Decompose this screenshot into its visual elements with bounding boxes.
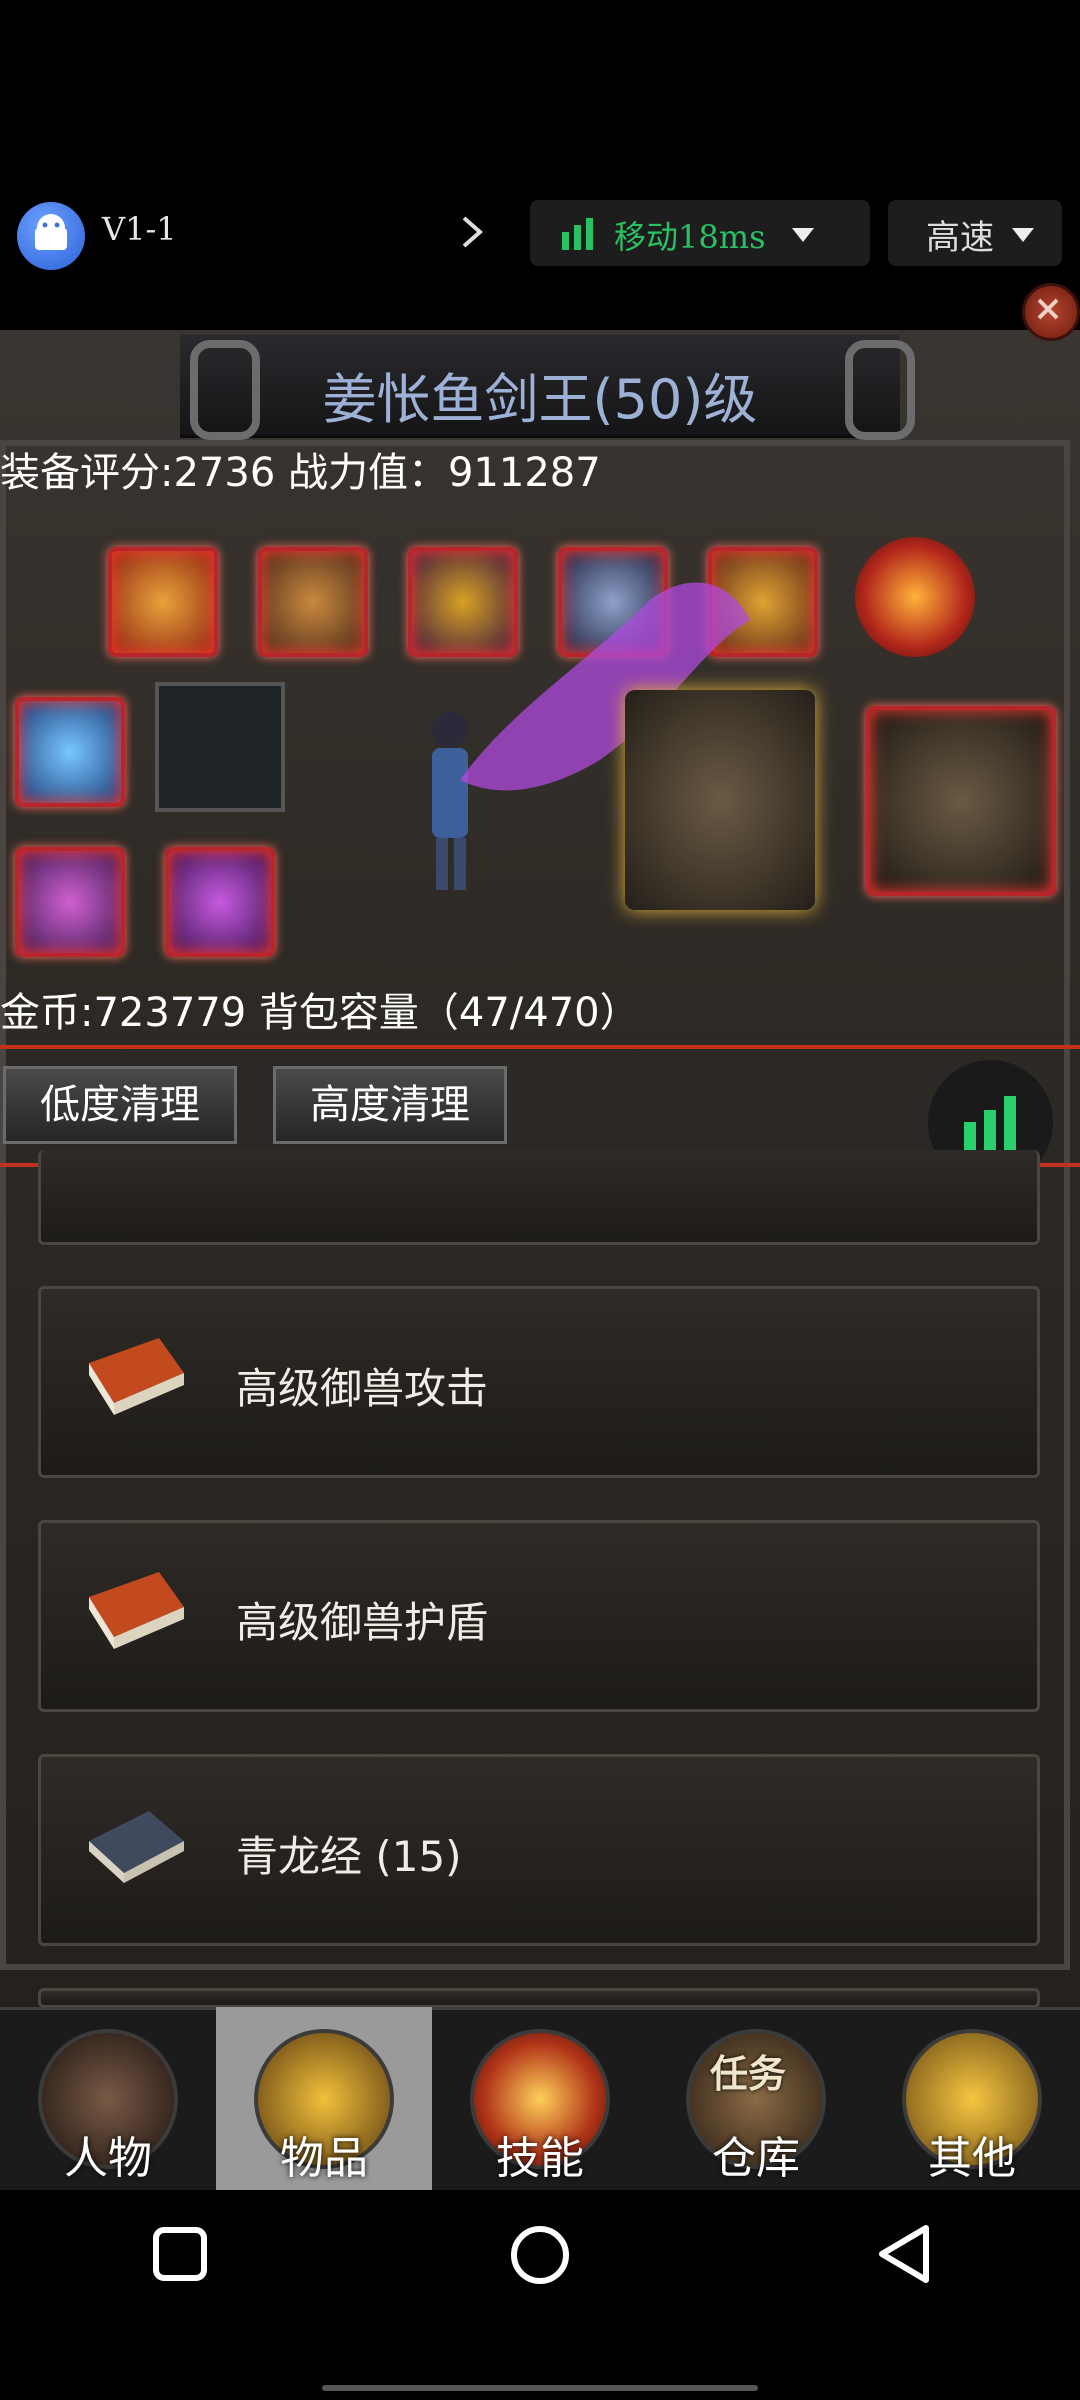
quest-badge: 任务	[710, 2052, 787, 2096]
divider-top	[0, 1045, 1080, 1049]
home-icon[interactable]	[509, 2224, 571, 2290]
pet-bull-small	[625, 690, 815, 910]
list-item[interactable]: 高级御兽护盾	[38, 1520, 1040, 1712]
red-book-icon	[79, 1333, 189, 1423]
item-name: 高级御兽攻击	[236, 1364, 489, 1413]
speed-label: 高速	[926, 218, 994, 258]
chevron-down-icon	[1012, 228, 1034, 248]
item-name: 高级御兽护盾	[236, 1598, 489, 1647]
high-clean-button[interactable]: 高度清理	[273, 1066, 507, 1144]
recents-icon[interactable]	[152, 2226, 208, 2286]
system-navigation-bar	[0, 2190, 1080, 2400]
tab-label: 技能	[496, 2133, 584, 2184]
tab-items[interactable]: 物品	[216, 2007, 432, 2192]
equip-slot-empty[interactable]	[155, 682, 285, 812]
tab-label: 其他	[928, 2133, 1016, 2184]
low-clean-button[interactable]: 低度清理	[3, 1066, 237, 1144]
character-title: 姜怅鱼剑王(50)级	[322, 368, 758, 431]
list-item-partial[interactable]	[38, 1988, 1040, 2008]
list-item[interactable]: 高级御兽攻击	[38, 1286, 1040, 1478]
equip-slot-helmet[interactable]	[108, 547, 218, 657]
chevron-right-icon[interactable]	[458, 212, 486, 252]
blue-book-icon	[79, 1801, 189, 1891]
back-icon[interactable]	[876, 2224, 932, 2288]
equip-slot-medal[interactable]	[855, 537, 975, 657]
gold-and-capacity: 金币:723779 背包容量（47/470）	[0, 990, 640, 1036]
tab-skills[interactable]: 技能	[432, 2007, 648, 2192]
tab-warehouse[interactable]: 任务 仓库	[648, 2007, 864, 2192]
home-indicator	[322, 2385, 758, 2391]
close-icon[interactable]	[1022, 283, 1080, 341]
list-item-partial[interactable]	[38, 1150, 1040, 1245]
signal-bars-icon	[560, 216, 596, 252]
chevron-down-icon	[792, 228, 814, 248]
equip-slot-bracelet[interactable]	[15, 847, 125, 957]
equip-slot-necklace[interactable]	[258, 547, 368, 657]
list-item[interactable]: 青龙经 (15)	[38, 1754, 1040, 1946]
tab-label: 物品	[280, 2133, 368, 2184]
tab-label: 仓库	[712, 2133, 800, 2184]
equipment-stats: 装备评分:2736 战力值：911287	[0, 450, 601, 496]
tab-character[interactable]: 人物	[0, 2007, 216, 2192]
tab-label: 人物	[64, 2133, 152, 2184]
app-title: V1-1	[102, 210, 177, 248]
tab-other[interactable]: 其他	[864, 2007, 1080, 2192]
network-latency-label: 移动18ms	[614, 218, 766, 256]
pet-slot-bull[interactable]	[866, 706, 1056, 896]
app-android-icon[interactable]	[17, 202, 85, 270]
red-book-icon	[79, 1567, 189, 1657]
equip-slot-weapon[interactable]	[15, 697, 125, 807]
equip-slot-ring[interactable]	[165, 847, 275, 957]
item-name: 青龙经 (15)	[236, 1832, 462, 1881]
